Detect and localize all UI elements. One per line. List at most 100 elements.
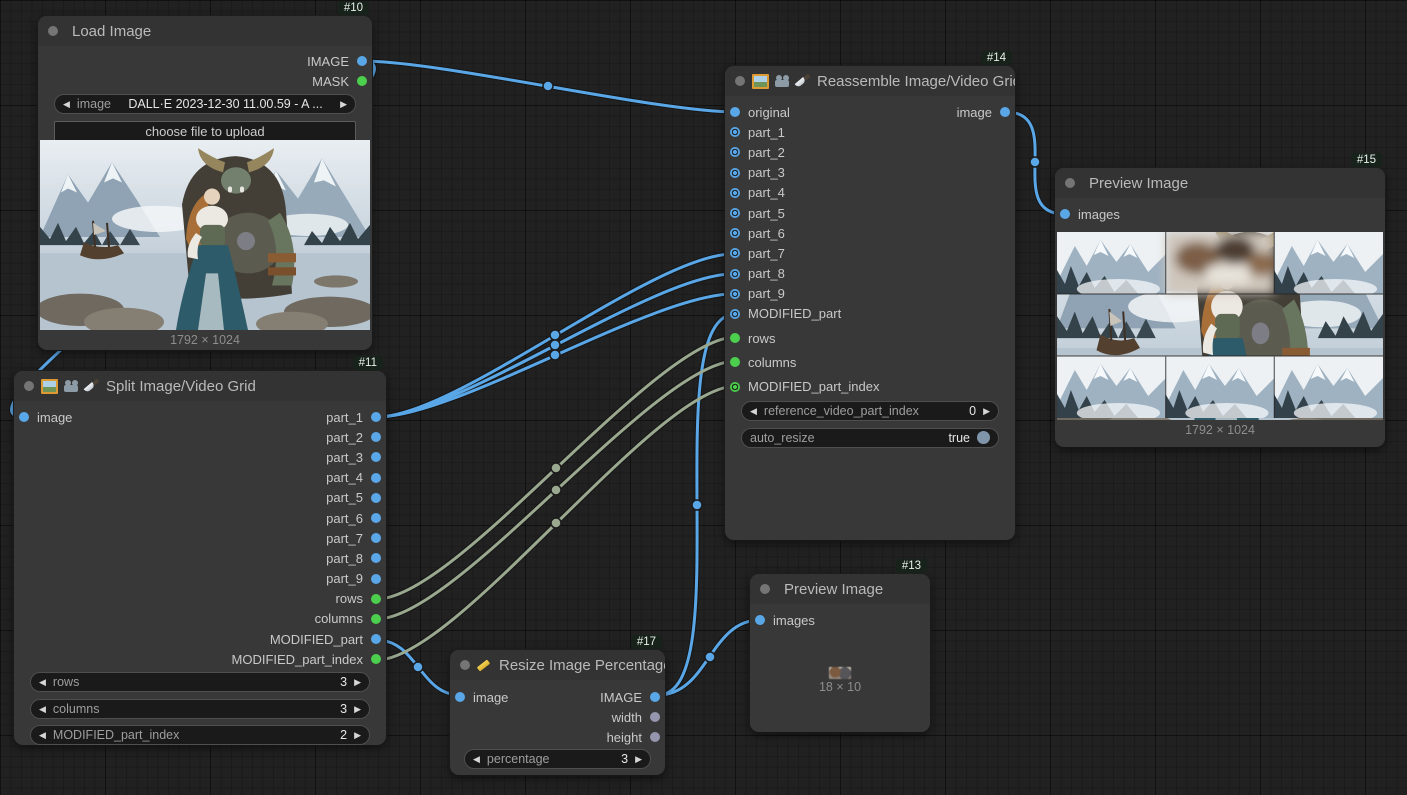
increment-arrow-icon[interactable]: ▶: [340, 95, 347, 113]
original-slot-dot[interactable]: [730, 107, 740, 117]
node-title-bar[interactable]: Preview Image: [750, 574, 930, 604]
node-preview-image-main[interactable]: #15 Preview Image images: [1055, 168, 1385, 447]
IMAGE-slot-dot[interactable]: [357, 56, 367, 66]
node-title: Load Image: [72, 23, 151, 40]
image-preview-thumbnail: [829, 667, 851, 679]
increment-arrow-icon[interactable]: ▶: [354, 700, 361, 718]
slot-label: image: [957, 105, 992, 120]
node-title-bar[interactable]: Reassemble Image/Video Grid: [725, 66, 1015, 96]
rows-slot-dot[interactable]: [371, 594, 381, 604]
IMAGE-slot-dot[interactable]: [650, 692, 660, 702]
slot-MODIFIED_part: MODIFIED_part: [232, 629, 387, 649]
collapse-dot[interactable]: [1065, 178, 1075, 188]
node-split-grid[interactable]: #11 Split Image/Video Grid image part_1p…: [14, 371, 386, 745]
increment-arrow-icon[interactable]: ▶: [635, 750, 642, 768]
widget-label: MODIFIED_part_index: [53, 728, 179, 742]
part_3-slot-dot[interactable]: [371, 452, 381, 462]
part_9-slot-dot[interactable]: [371, 574, 381, 584]
collapse-dot[interactable]: [460, 660, 470, 670]
decrement-arrow-icon[interactable]: ◀: [39, 700, 46, 718]
MODIFIED_part_index-slot-dot[interactable]: [730, 382, 740, 392]
slot-label: image: [473, 690, 508, 705]
toggle-knob[interactable]: [977, 431, 990, 444]
slot-label: part_9: [748, 286, 785, 301]
node-id-badge: #14: [981, 51, 1012, 65]
decrement-arrow-icon[interactable]: ◀: [750, 402, 757, 420]
node-resize-image-percentage[interactable]: #17 Resize Image Percentage image IMAGEw…: [450, 650, 665, 775]
part_1-slot-dot[interactable]: [371, 412, 381, 422]
widget-image[interactable]: ◀imageDALL·E 2023-12-30 11.00.59 - A ...…: [54, 94, 356, 114]
node-title-bar[interactable]: Preview Image: [1055, 168, 1385, 198]
node-load-image[interactable]: #10 Load Image IMAGEMASK ◀imageDALL·E 20…: [38, 16, 372, 350]
image-slot-dot[interactable]: [455, 692, 465, 702]
node-title-bar[interactable]: Resize Image Percentage: [450, 650, 665, 680]
widget-label: image: [77, 97, 111, 111]
part_7-slot-dot[interactable]: [371, 533, 381, 543]
height-slot-dot[interactable]: [650, 732, 660, 742]
node-preview-image-small[interactable]: #13 Preview Image images 18 × 10: [750, 574, 930, 732]
slot-part_1: part_1: [725, 122, 880, 142]
image-slot-dot[interactable]: [1000, 107, 1010, 117]
widget-columns[interactable]: ◀columns3▶: [30, 699, 370, 719]
decrement-arrow-icon[interactable]: ◀: [473, 750, 480, 768]
part_2-slot-dot[interactable]: [371, 432, 381, 442]
part_2-slot-dot[interactable]: [730, 147, 740, 157]
collapse-dot[interactable]: [24, 381, 34, 391]
image-slot-dot[interactable]: [19, 412, 29, 422]
slot-label: part_4: [326, 470, 363, 485]
columns-slot-dot[interactable]: [371, 614, 381, 624]
increment-arrow-icon[interactable]: ▶: [354, 726, 361, 744]
widget-value: true: [948, 431, 970, 445]
increment-arrow-icon[interactable]: ▶: [983, 402, 990, 420]
width-slot-dot[interactable]: [650, 712, 660, 722]
widget-percentage[interactable]: ◀percentage3▶: [464, 749, 651, 769]
widget-rows[interactable]: ◀rows3▶: [30, 672, 370, 692]
MODIFIED_part-slot-dot[interactable]: [730, 309, 740, 319]
part_5-slot-dot[interactable]: [371, 493, 381, 503]
decrement-arrow-icon[interactable]: ◀: [39, 726, 46, 744]
collapse-dot[interactable]: [48, 26, 58, 36]
slot-part_6: part_6: [725, 223, 880, 243]
part_8-slot-dot[interactable]: [371, 553, 381, 563]
part_9-slot-dot[interactable]: [730, 289, 740, 299]
slot-label: part_6: [748, 226, 785, 241]
widget-value: 3: [340, 702, 347, 716]
part_7-slot-dot[interactable]: [730, 248, 740, 258]
images-slot-dot[interactable]: [755, 615, 765, 625]
node-reassemble-grid[interactable]: #14 Reassemble Image/Video Grid original…: [725, 66, 1015, 540]
slot-label: IMAGE: [600, 690, 642, 705]
slot-MODIFIED_part_index: MODIFIED_part_index: [725, 376, 880, 396]
node-title-bar[interactable]: Load Image: [38, 16, 372, 46]
slot-width: width: [600, 707, 665, 727]
part_6-slot-dot[interactable]: [371, 513, 381, 523]
widget-label: rows: [53, 675, 79, 689]
MODIFIED_part_index-slot-dot[interactable]: [371, 654, 381, 664]
widget-MODIFIED_part_index[interactable]: ◀MODIFIED_part_index2▶: [30, 725, 370, 745]
widget-auto_resize[interactable]: auto_resizetrue: [741, 428, 999, 448]
part_1-slot-dot[interactable]: [730, 127, 740, 137]
slot-label: part_3: [326, 450, 363, 465]
part_6-slot-dot[interactable]: [730, 228, 740, 238]
decrement-arrow-icon[interactable]: ◀: [39, 673, 46, 691]
MODIFIED_part-slot-dot[interactable]: [371, 634, 381, 644]
collapse-dot[interactable]: [760, 584, 770, 594]
slot-label: part_4: [748, 185, 785, 200]
slot-label: image: [37, 410, 72, 425]
columns-slot-dot[interactable]: [730, 357, 740, 367]
part_8-slot-dot[interactable]: [730, 269, 740, 279]
decrement-arrow-icon[interactable]: ◀: [63, 95, 70, 113]
part_5-slot-dot[interactable]: [730, 208, 740, 218]
image-preview: [1057, 232, 1383, 420]
MASK-slot-dot[interactable]: [357, 76, 367, 86]
widget-reference_video_part_index[interactable]: ◀reference_video_part_index0▶: [741, 401, 999, 421]
slot-label: part_3: [748, 165, 785, 180]
part_3-slot-dot[interactable]: [730, 168, 740, 178]
images-slot-dot[interactable]: [1060, 209, 1070, 219]
rows-slot-dot[interactable]: [730, 333, 740, 343]
slot-part_7: part_7: [232, 528, 387, 548]
part_4-slot-dot[interactable]: [730, 188, 740, 198]
part_4-slot-dot[interactable]: [371, 473, 381, 483]
node-title-bar[interactable]: Split Image/Video Grid: [14, 371, 386, 401]
collapse-dot[interactable]: [735, 76, 745, 86]
increment-arrow-icon[interactable]: ▶: [354, 673, 361, 691]
